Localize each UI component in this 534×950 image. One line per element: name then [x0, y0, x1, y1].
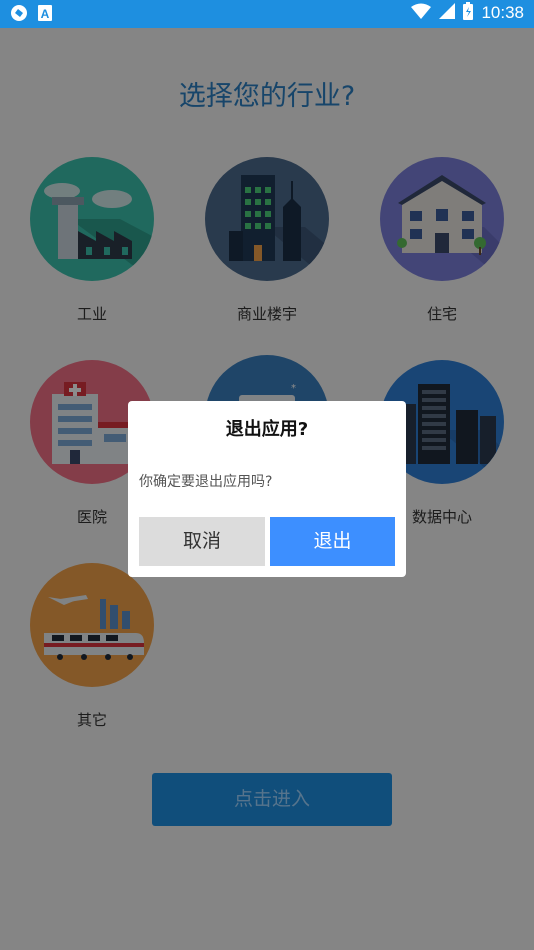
- exit-confirm-dialog: 退出应用? 你确定要退出应用吗? 取消 退出: [128, 401, 406, 577]
- clock: 10:38: [481, 3, 524, 22]
- wifi-icon: [411, 3, 432, 23]
- dialog-title: 退出应用?: [225, 419, 309, 440]
- battery-icon: [463, 2, 474, 24]
- app-notification-icon: [10, 4, 28, 26]
- dialog-message: 你确定要退出应用吗?: [139, 474, 273, 490]
- status-bar: A 10:38: [0, 0, 534, 28]
- exit-button[interactable]: 退出: [270, 517, 395, 566]
- status-bar-right: 10:38: [411, 2, 524, 24]
- status-bar-left: A: [10, 4, 52, 26]
- svg-text:A: A: [41, 7, 50, 21]
- font-notification-icon: A: [38, 5, 52, 25]
- cell-signal-icon: [439, 3, 456, 23]
- cancel-button[interactable]: 取消: [139, 517, 265, 566]
